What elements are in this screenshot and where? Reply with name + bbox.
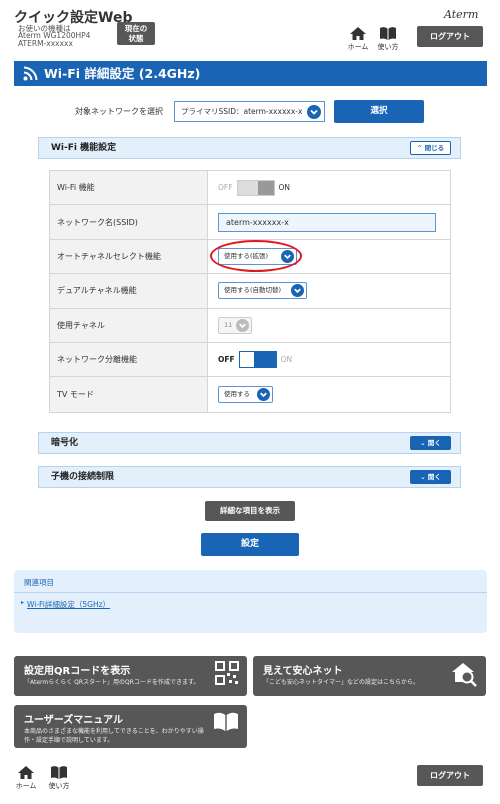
- qr-card-desc: 「Atermらくらく QRスタート」用のQRコードを作成できます。: [24, 679, 200, 686]
- apply-settings-button[interactable]: 設定: [201, 533, 299, 556]
- tv-mode-select[interactable]: 使用する: [218, 386, 273, 404]
- collapse-button[interactable]: ⌃ 閉じる: [410, 141, 451, 155]
- separation-label: ネットワーク分離機能: [50, 342, 208, 377]
- wifi-function-label: Wi-Fi 機能: [50, 171, 208, 205]
- separation-toggle[interactable]: OFF ON: [218, 343, 292, 376]
- page-title-bar: Wi-Fi 詳細設定 (2.4GHz): [14, 61, 487, 86]
- book-icon: [51, 766, 67, 779]
- status-line-1: 現在の: [124, 24, 148, 33]
- chevron-down-icon: ⌄: [420, 439, 426, 447]
- expand-button[interactable]: ⌄ 開く: [410, 436, 451, 450]
- wifi-on-label: ON: [278, 183, 291, 193]
- show-details-button[interactable]: 詳細な項目を表示: [205, 501, 295, 521]
- help-nav[interactable]: 使い方: [376, 26, 400, 52]
- header: クイック設定Web お使いの機種は Aterm WG1200HP4 ATERM-…: [0, 0, 500, 56]
- mimamori-card[interactable]: 見えて安心ネット 「こども安心ネットタイマー」などの設定はこちらから。: [253, 656, 486, 696]
- current-status-button[interactable]: 現在の 状態: [117, 22, 155, 45]
- tv-mode-label: TV モード: [50, 377, 208, 412]
- wifi-5ghz-link[interactable]: Wi-Fi詳細設定（5GHz）: [27, 599, 110, 610]
- encryption-section-title: 暗号化: [51, 438, 79, 448]
- chevron-up-icon: ⌃: [416, 144, 423, 152]
- separation-off-label: OFF: [218, 355, 235, 365]
- expand-label: 開く: [427, 439, 441, 447]
- page-title: Wi-Fi 詳細設定 (2.4GHz): [44, 66, 201, 81]
- wifi-function-toggle[interactable]: OFF ON: [218, 171, 290, 204]
- wifi-toggle-switch[interactable]: [236, 179, 275, 196]
- network-select[interactable]: プライマリSSID：aterm-xxxxxx-x: [174, 101, 325, 122]
- home-icon: [18, 766, 34, 779]
- table-row: TV モード 使用する: [50, 377, 450, 412]
- qr-card-title: 設定用QRコードを表示: [24, 666, 131, 677]
- channel-select[interactable]: 11: [218, 316, 252, 334]
- collapse-label: 閉じる: [424, 144, 445, 152]
- table-row: デュアルチャネル機能 使用する(自動切替): [50, 274, 450, 309]
- expand-label: 開く: [427, 473, 441, 481]
- mac-filter-section-title: 子機の接続制限: [51, 472, 115, 482]
- footer-home-nav[interactable]: ホーム: [14, 765, 38, 791]
- home-icon: [350, 27, 366, 40]
- related-links-panel: 関連項目 ▸ Wi-Fi詳細設定（5GHz）: [14, 570, 487, 633]
- select-network-button[interactable]: 選択: [334, 100, 424, 123]
- channel-label: 使用チャネル: [50, 308, 208, 342]
- manual-card-desc-2: 作・設定手順で説明しています。: [24, 737, 114, 744]
- status-line-2: 状態: [128, 34, 144, 43]
- book-icon: [214, 712, 238, 731]
- footer-help-nav[interactable]: 使い方: [47, 765, 71, 791]
- expand-button[interactable]: ⌄ 開く: [410, 470, 451, 484]
- related-heading: 関連項目: [24, 578, 54, 587]
- wifi-off-label: OFF: [218, 183, 233, 193]
- table-row: ネットワーク名(SSID) aterm-xxxxxx-x: [50, 205, 450, 240]
- device-ssid: ATERM-xxxxxx: [18, 39, 73, 48]
- separation-on-label: ON: [280, 355, 293, 365]
- dual-channel-value: 使用する(自動切替): [224, 286, 282, 295]
- wifi-settings-section-title: Wi-Fi 機能設定: [51, 143, 117, 153]
- ssid-input[interactable]: aterm-xxxxxx-x: [218, 212, 436, 232]
- book-icon: [380, 27, 396, 40]
- help-label: 使い方: [377, 43, 399, 51]
- wifi-toggle-knob: [257, 180, 274, 195]
- highlight-annotation: [210, 240, 302, 272]
- encryption-section-header[interactable]: 暗号化 ⌄ 開く: [38, 432, 461, 454]
- footer-home-label: ホーム: [15, 782, 37, 790]
- mimamori-card-title: 見えて安心ネット: [263, 666, 343, 677]
- table-row: 使用チャネル 11: [50, 308, 450, 343]
- network-select-value: プライマリSSID：aterm-xxxxxx-x: [181, 107, 303, 116]
- footer-logout-button[interactable]: ログアウト: [417, 765, 483, 786]
- brand-logo: Aterm: [444, 8, 479, 21]
- home-nav[interactable]: ホーム: [346, 26, 370, 52]
- dual-channel-label: デュアルチャネル機能: [50, 274, 208, 308]
- wifi-settings-section-header[interactable]: Wi-Fi 機能設定 ⌃ 閉じる: [38, 137, 461, 159]
- home-label: ホーム: [347, 43, 369, 51]
- mimamori-card-desc: 「こども安心ネットタイマー」などの設定はこちらから。: [263, 679, 420, 686]
- tv-mode-value: 使用する: [224, 390, 250, 399]
- chevron-down-icon: [257, 388, 270, 402]
- auto-channel-label: オートチャネルセレクト機能: [50, 239, 208, 274]
- mac-filter-section-header[interactable]: 子機の接続制限 ⌄ 開く: [38, 466, 461, 488]
- manual-card-desc-1: 本商品のさまざまな機能を利用してできることを、わかりやすい操: [24, 728, 204, 735]
- footer-help-label: 使い方: [48, 782, 70, 790]
- chevron-down-icon: ⌄: [420, 473, 426, 481]
- user-manual-card[interactable]: ユーザーズマニュアル 本商品のさまざまな機能を利用してできることを、わかりやすい…: [14, 705, 247, 748]
- chevron-down-icon: [291, 284, 304, 298]
- dual-channel-select[interactable]: 使用する(自動切替): [218, 282, 307, 300]
- network-label: 対象ネットワークを選択: [75, 107, 163, 116]
- ssid-label: ネットワーク名(SSID): [50, 205, 208, 239]
- related-divider: [14, 592, 487, 593]
- logout-button[interactable]: ログアウト: [417, 26, 483, 47]
- wifi-icon: [23, 66, 38, 81]
- qr-code-icon: [215, 661, 239, 685]
- separation-toggle-switch[interactable]: [238, 351, 277, 369]
- qr-code-card[interactable]: 設定用QRコードを表示 「Atermらくらく QRスタート」用のQRコードを作成…: [14, 656, 247, 696]
- channel-value: 11: [224, 320, 233, 329]
- wifi-settings-table: Wi-Fi 機能 OFF ON ネットワーク名(SSID) aterm-xxxx…: [49, 170, 451, 413]
- table-row: ネットワーク分離機能 OFF ON: [50, 342, 450, 378]
- manual-card-title: ユーザーズマニュアル: [24, 715, 123, 726]
- chevron-down-icon: [236, 318, 249, 332]
- home-search-icon: [452, 663, 477, 687]
- bullet-icon: ▸: [21, 599, 25, 606]
- chevron-down-icon: [307, 105, 321, 119]
- separation-toggle-knob: [238, 351, 255, 369]
- table-row: Wi-Fi 機能 OFF ON: [50, 171, 450, 206]
